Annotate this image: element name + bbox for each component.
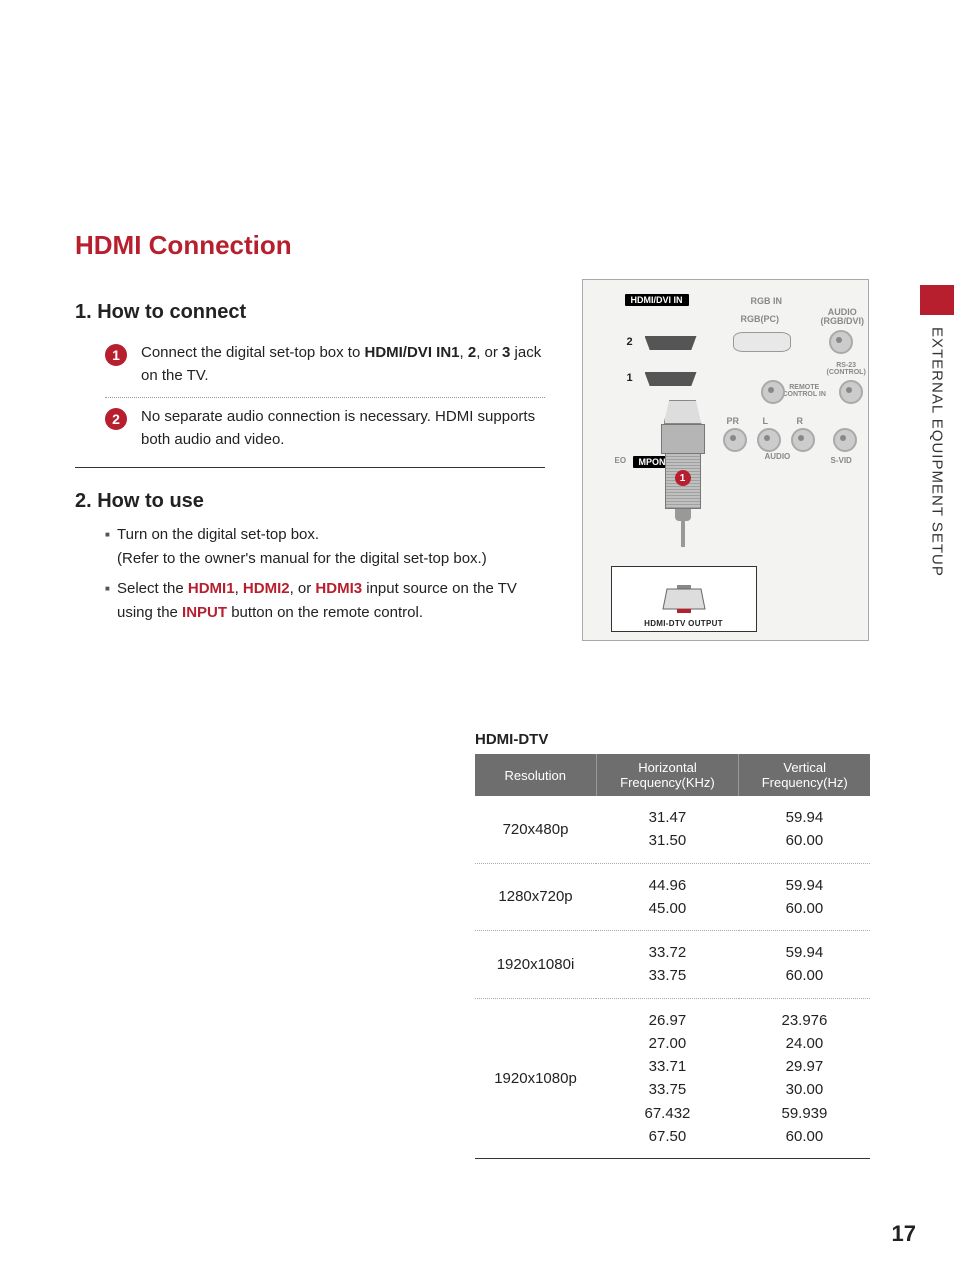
label-hdmi-dvi-in: HDMI/DVI IN (625, 294, 689, 306)
side-tab-accent (920, 285, 954, 315)
page-number: 17 (892, 1221, 916, 1247)
col-resolution: Resolution (475, 754, 596, 796)
text: , (460, 344, 468, 361)
text: , or (476, 344, 502, 361)
port-1-number: 1 (627, 372, 633, 384)
text: Horizontal (638, 760, 697, 775)
label-audio: AUDIO (765, 452, 791, 461)
page-title: HDMI Connection (75, 230, 894, 261)
label-eo: EO (615, 456, 627, 465)
cell-resolution: 1280x720p (475, 863, 596, 931)
label-svid: S-VID (831, 456, 852, 465)
table-row: 1920x1080p26.9727.0033.7133.7567.43267.5… (475, 998, 870, 1159)
cell-horizontal: 31.4731.50 (596, 796, 739, 863)
hdmi1-label: HDMI1 (188, 580, 235, 597)
cell-resolution: 720x480p (475, 796, 596, 863)
remote-port-icon (761, 380, 785, 404)
table-row: 1920x1080i33.7233.7559.9460.00 (475, 931, 870, 999)
text: (RGB/DVI) (821, 316, 865, 326)
cell-resolution: 1920x1080p (475, 998, 596, 1159)
step-1: 1 Connect the digital set-top box to HDM… (105, 334, 545, 397)
use-item-1: Turn on the digital set-top box. (Refer … (105, 523, 545, 571)
audio-l-port-icon (757, 428, 781, 452)
callout-1: 1 (675, 470, 691, 486)
label-rgb-in: RGB IN (751, 296, 783, 306)
rgb-port-icon (733, 332, 791, 352)
text: CONTROL IN (783, 391, 826, 398)
label-rgb-pc: RGB(PC) (741, 314, 780, 324)
table-row: 1280x720p44.9645.0059.9460.00 (475, 863, 870, 931)
hdmi-source-box: HDMI-DTV OUTPUT (611, 566, 757, 632)
text: Frequency(Hz) (762, 775, 848, 790)
port-2-number: 2 (627, 336, 633, 348)
col-vertical-freq: Vertical Frequency(Hz) (739, 754, 870, 796)
how-to-connect-heading: 1. How to connect (75, 301, 545, 324)
use-item-2-text: Select the HDMI1, HDMI2, or HDMI3 input … (117, 577, 545, 625)
connection-diagram: HDMI/DVI IN RGB IN RGB(PC) AUDIO (RGB/DV… (582, 279, 869, 641)
text: (Refer to the owner's manual for the dig… (117, 550, 487, 567)
step-bullet-2: 2 (105, 408, 127, 430)
cell-resolution: 1920x1080i (475, 931, 596, 999)
hdmi2-label: HDMI2 (243, 580, 290, 597)
cell-horizontal: 44.9645.00 (596, 863, 739, 931)
pr-port-icon (723, 428, 747, 452)
divider (75, 467, 545, 468)
text: Select the (117, 580, 188, 597)
how-to-use-heading: 2. How to use (75, 490, 545, 513)
text: RS-23 (836, 362, 856, 369)
label-pr: PR (727, 416, 740, 426)
hdmi-port-1-icon (645, 372, 697, 386)
square-bullet-icon (105, 523, 117, 571)
input-button-label: INPUT (182, 604, 227, 621)
use-item-2: Select the HDMI1, HDMI2, or HDMI3 input … (105, 577, 545, 625)
cell-horizontal: 26.9727.0033.7133.7567.43267.50 (596, 998, 739, 1159)
hdmi3-label: HDMI3 (315, 580, 362, 597)
col-horizontal-freq: Horizontal Frequency(KHz) (596, 754, 739, 796)
cell-vertical: 23.97624.0029.9730.0059.93960.00 (739, 998, 870, 1159)
text: button on the remote control. (227, 604, 423, 621)
audio-r-port-icon (791, 428, 815, 452)
audio-port-icon (829, 330, 853, 354)
rs232-port-icon (839, 380, 863, 404)
use-item-1-text: Turn on the digital set-top box. (Refer … (117, 523, 545, 571)
label-remote: REMOTE CONTROL IN (783, 384, 826, 398)
step-bullet-1: 1 (105, 344, 127, 366)
hdmi-port-2-icon (645, 336, 697, 350)
label-audio-rgbdvi: AUDIO (RGB/DVI) (821, 308, 865, 326)
text: Frequency(KHz) (620, 775, 715, 790)
text: Vertical (783, 760, 826, 775)
jack-2: 2 (468, 344, 476, 361)
side-tab-label: EXTERNAL EQUIPMENT SETUP (929, 327, 946, 577)
text: , or (290, 580, 316, 597)
hdmi-output-port-icon (659, 583, 709, 617)
cell-horizontal: 33.7233.75 (596, 931, 739, 999)
label-r: R (797, 416, 804, 426)
source-box-label: HDMI-DTV OUTPUT (644, 619, 723, 628)
svideo-port-icon (833, 428, 857, 452)
text: Turn on the digital set-top box. (117, 526, 319, 543)
table-title: HDMI-DTV (475, 731, 870, 748)
cell-vertical: 59.9460.00 (739, 796, 870, 863)
jack-hdmi-dvi-in1: HDMI/DVI IN1 (364, 344, 459, 361)
step-2-text: No separate audio connection is necessar… (141, 406, 545, 451)
label-l: L (763, 416, 769, 426)
text: REMOTE (789, 384, 819, 391)
text: , (235, 580, 243, 597)
step-1-text: Connect the digital set-top box to HDMI/… (141, 342, 545, 387)
hdmi-dtv-table: HDMI-DTV Resolution Horizontal Frequency… (475, 731, 870, 1159)
text: Connect the digital set-top box to (141, 344, 364, 361)
step-2: 2 No separate audio connection is necess… (105, 398, 545, 461)
text: (CONTROL) (827, 369, 866, 376)
square-bullet-icon (105, 577, 117, 625)
side-tab: EXTERNAL EQUIPMENT SETUP (920, 285, 954, 605)
cell-vertical: 59.9460.00 (739, 931, 870, 999)
table-row: 720x480p31.4731.5059.9460.00 (475, 796, 870, 863)
cell-vertical: 59.9460.00 (739, 863, 870, 931)
label-rs232: RS-23 (CONTROL) (827, 362, 866, 376)
